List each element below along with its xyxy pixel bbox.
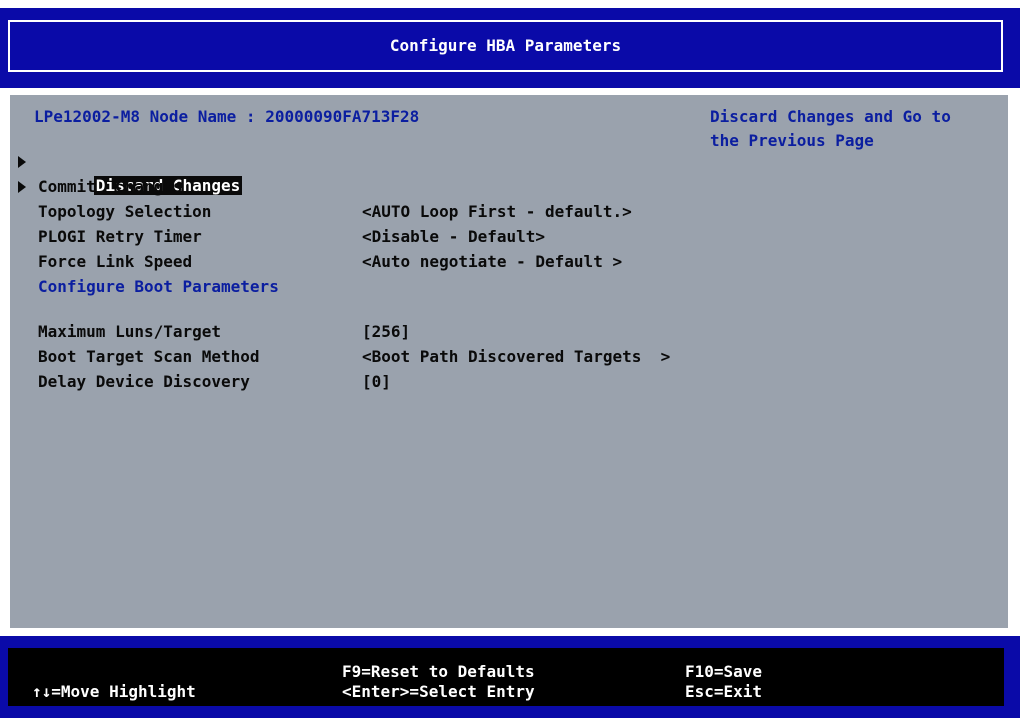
bios-screen: Configure HBA Parameters LPe12002-M8 Nod… — [0, 0, 1020, 727]
force-link-speed-label: Force Link Speed — [38, 252, 193, 271]
header-bar: Configure HBA Parameters — [0, 8, 1020, 88]
help-panel: Discard Changes and Go to the Previous P… — [710, 105, 990, 153]
submenu-arrow-icon — [18, 156, 26, 168]
plogi-retry-timer-value[interactable]: <Disable - Default> — [362, 225, 545, 249]
exit-hint: Esc=Exit — [685, 682, 763, 701]
help-text-line1: Discard Changes and Go to — [710, 107, 951, 126]
discard-changes-item[interactable]: Discard Changes — [36, 150, 243, 195]
move-highlight-hint: ↑↓=Move Highlight — [32, 682, 196, 701]
force-link-speed-value[interactable]: <Auto negotiate - Default > — [362, 250, 622, 274]
maximum-luns-value[interactable]: [256] — [362, 320, 410, 344]
boot-target-scan-label: Boot Target Scan Method — [38, 347, 260, 366]
maximum-luns-label: Maximum Luns/Target — [38, 322, 222, 341]
main-panel: LPe12002-M8 Node Name : 20000090FA713F28… — [10, 95, 1008, 628]
page-title: Configure HBA Parameters — [389, 36, 622, 55]
footer-bar: ↑↓=Move Highlight F9=Reset to Defaults <… — [0, 636, 1020, 718]
save-hint: F10=Save — [685, 662, 763, 681]
header-frame: Configure HBA Parameters — [8, 20, 1003, 72]
delay-device-discovery-value[interactable]: [0] — [362, 370, 391, 394]
boot-target-scan-value[interactable]: <Boot Path Discovered Targets > — [362, 345, 670, 369]
footer-frame: ↑↓=Move Highlight F9=Reset to Defaults <… — [8, 648, 1004, 706]
commit-changes-item[interactable]: Commit Changes — [38, 175, 183, 199]
topology-selection-value[interactable]: <AUTO Loop First - default.> — [362, 200, 632, 224]
select-entry-hint: <Enter>=Select Entry — [342, 682, 535, 701]
topology-selection-label: Topology Selection — [38, 202, 212, 221]
submenu-arrow-icon — [18, 181, 26, 193]
delay-device-discovery-label: Delay Device Discovery — [38, 372, 250, 391]
help-text-line2: the Previous Page — [710, 131, 874, 150]
boot-section-title: Configure Boot Parameters — [38, 277, 279, 296]
reset-defaults-hint: F9=Reset to Defaults — [342, 662, 535, 681]
plogi-retry-timer-label: PLOGI Retry Timer — [38, 227, 202, 246]
node-name-label: LPe12002-M8 Node Name : 20000090FA713F28 — [34, 107, 420, 126]
